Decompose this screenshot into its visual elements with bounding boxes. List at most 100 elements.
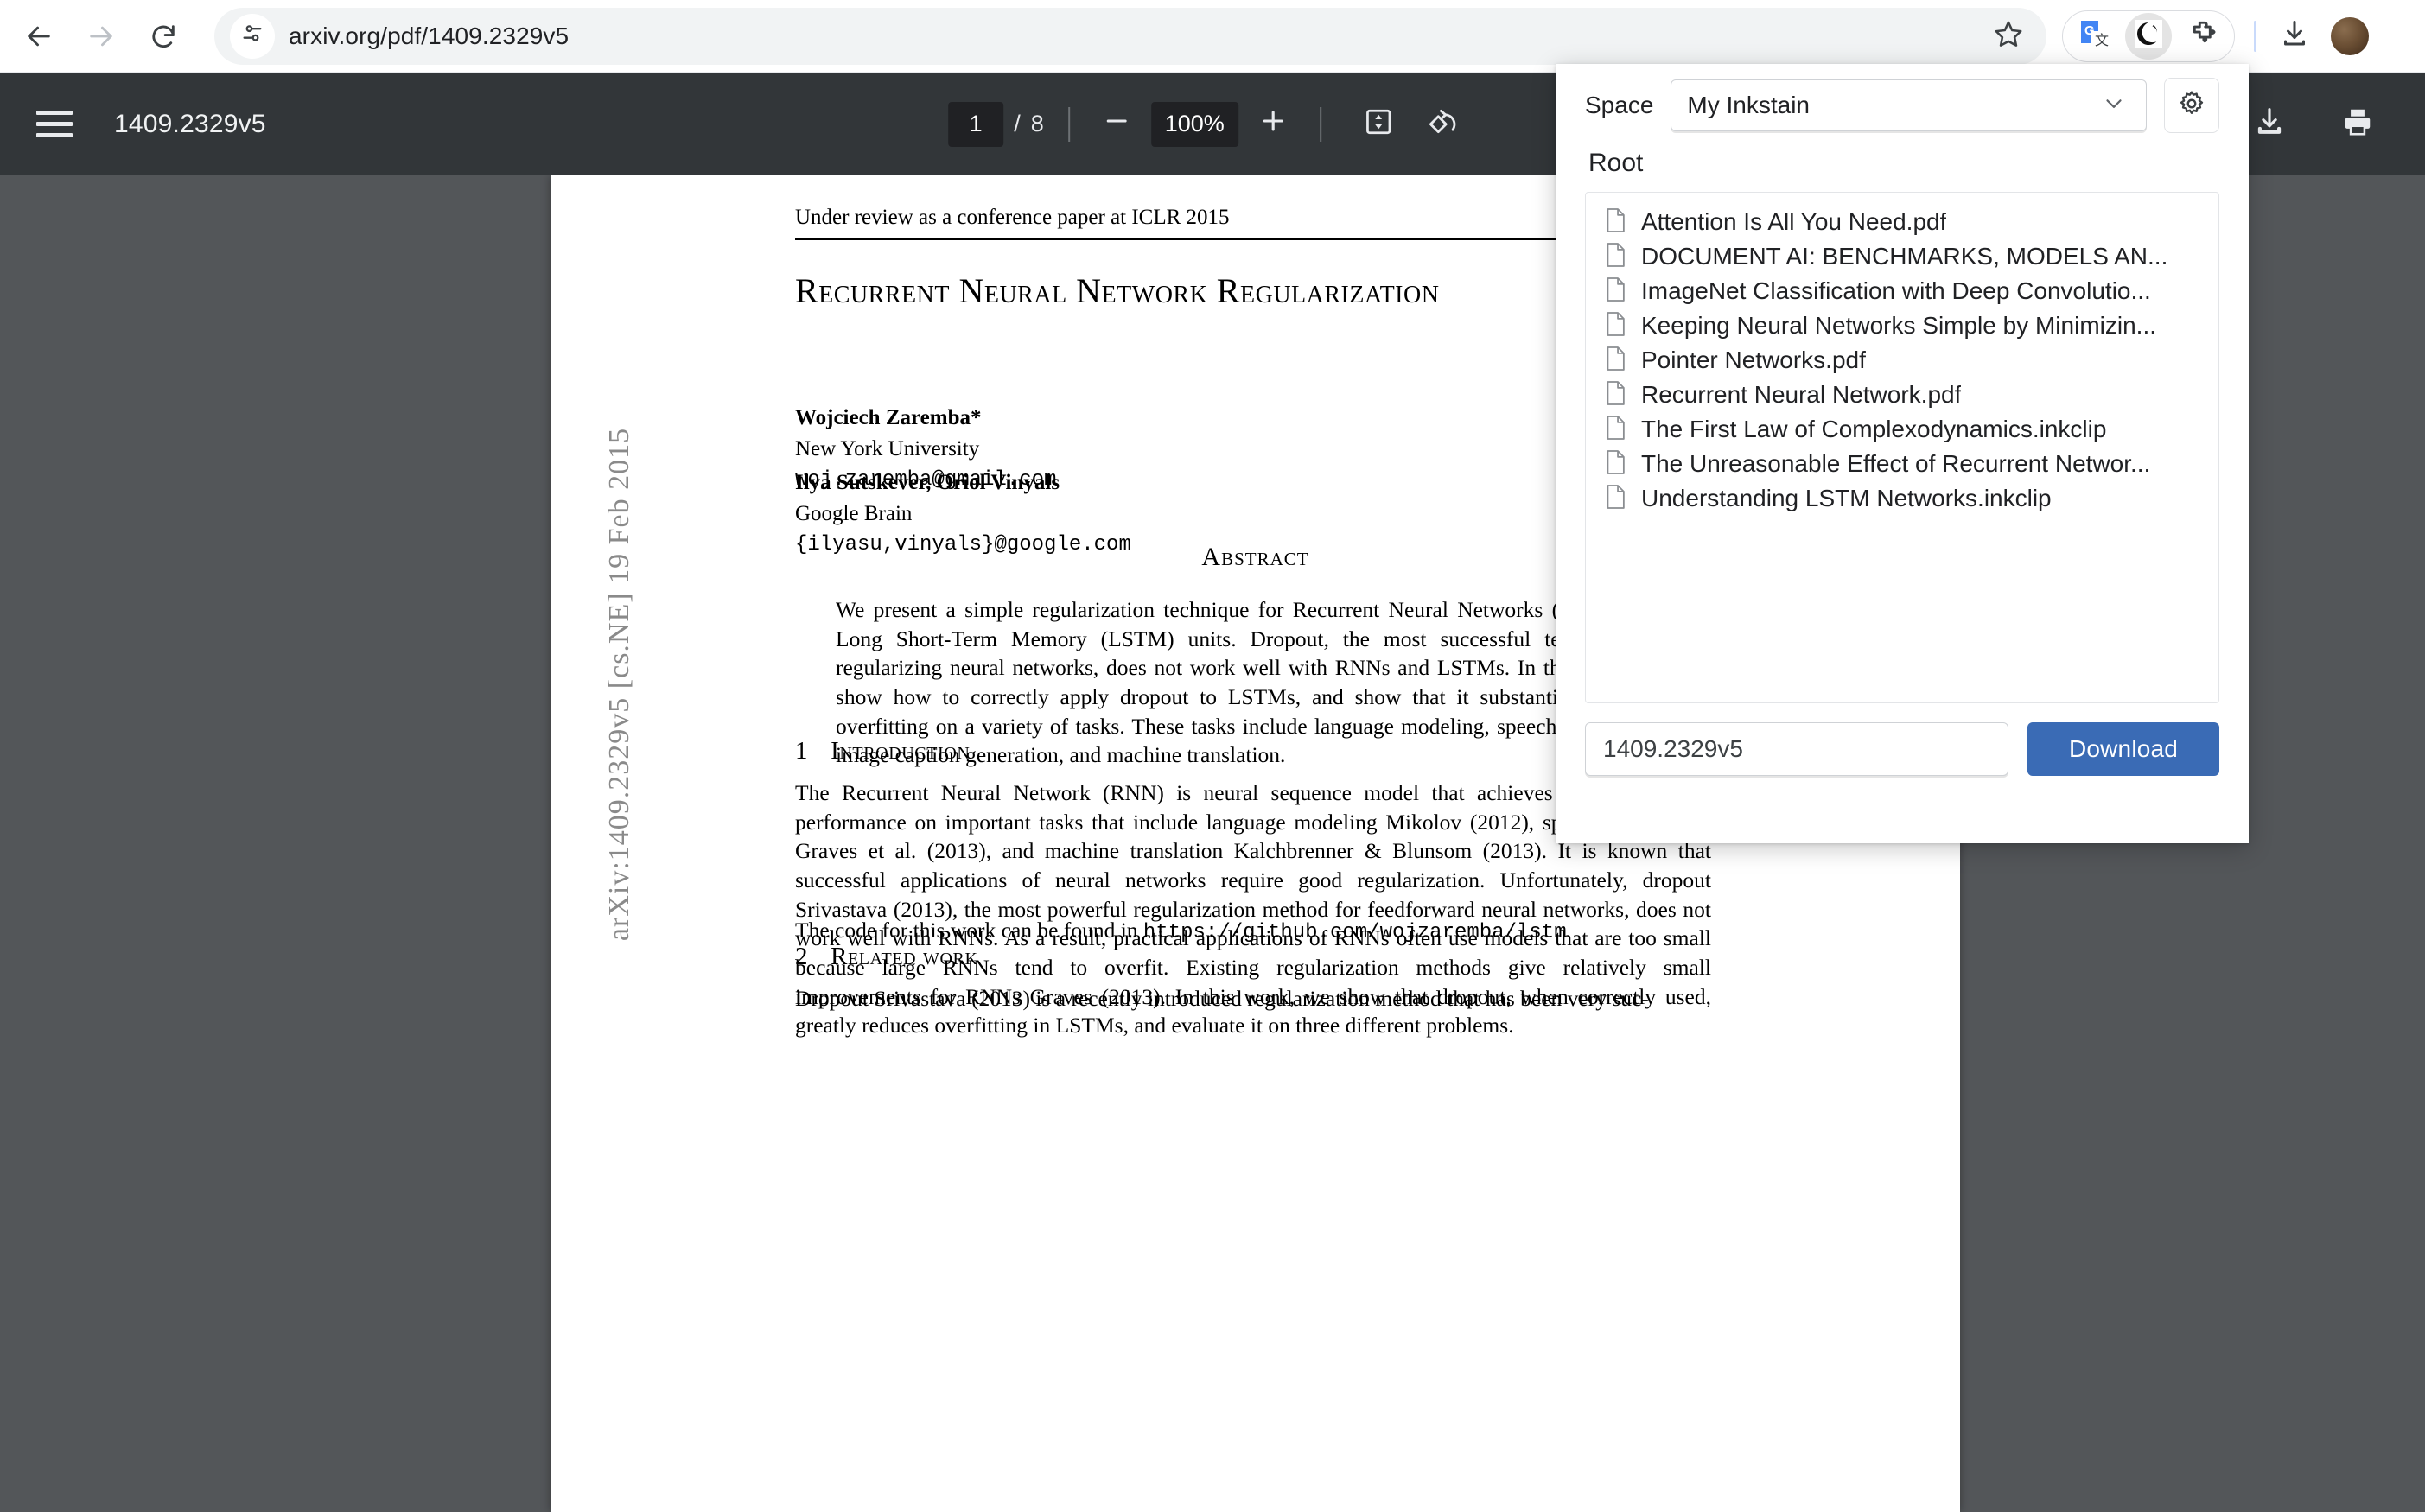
save-download-icon [2253, 105, 2286, 143]
zoom-out-icon [1102, 106, 1131, 142]
print-icon [2341, 105, 2374, 143]
file-name: The First Law of Complexodynamics.inkcli… [1641, 416, 2107, 442]
list-item[interactable]: Understanding LSTM Networks.inkclip [1586, 481, 2218, 516]
document-file-icon [1605, 207, 1627, 238]
settings-button[interactable] [2164, 78, 2219, 133]
section-title: Introduction [831, 737, 971, 765]
file-name: Keeping Neural Networks Simple by Minimi… [1641, 312, 2156, 339]
toolbar-divider [2254, 20, 2256, 52]
downloads-button[interactable] [2270, 12, 2319, 60]
page-number-input[interactable]: 1 [948, 101, 1004, 147]
document-file-icon [1605, 449, 1627, 480]
root-label: Root [1588, 149, 1644, 177]
site-settings-icon [240, 22, 264, 50]
code-note-prefix: The code for this work can be found in [795, 918, 1143, 943]
section-body-related-work: Dropout Srivastava (2013) is a recently … [795, 986, 1649, 1011]
file-name: Pointer Networks.pdf [1641, 346, 1866, 373]
download-row: 1409.2329v5 Download [1585, 722, 2219, 776]
list-item[interactable]: Pointer Networks.pdf [1586, 343, 2218, 378]
gear-icon [2177, 89, 2206, 123]
reload-icon [149, 22, 178, 51]
arxiv-id-input[interactable]: 1409.2329v5 [1585, 722, 2008, 776]
pdf-print-button[interactable] [2333, 100, 2382, 149]
pdf-toolbar-center: 1 / 8 100% [948, 73, 1477, 175]
list-item[interactable]: The First Law of Complexodynamics.inkcli… [1586, 412, 2218, 447]
back-button[interactable] [12, 10, 66, 63]
extensions-puzzle-icon [2186, 18, 2218, 54]
zoom-level-input[interactable]: 100% [1150, 101, 1238, 147]
code-note-url[interactable]: https://github.com/wojzaremba/lstm [1143, 921, 1567, 944]
inkstain-extension-popup: Space My Inkstain Root Attention Is All … [1556, 64, 2249, 843]
pdf-toolbar-right [2237, 73, 2390, 175]
pdf-viewer: arXiv:1409.2329v5 [cs.NE] 19 Feb 2015 Un… [0, 64, 2425, 1512]
bookmark-button[interactable] [1986, 14, 2031, 59]
file-name: Attention Is All You Need.pdf [1641, 208, 1947, 235]
author-affiliation: New York University [795, 437, 980, 461]
zoom-out-button[interactable] [1094, 102, 1139, 147]
document-file-icon [1605, 242, 1627, 272]
downloads-icon [2279, 18, 2310, 54]
pdf-sidebar-toggle[interactable] [36, 111, 73, 137]
extensions-pill: G 文 [2062, 10, 2235, 62]
toolbar-divider [1319, 106, 1321, 142]
rotate-icon [1429, 106, 1460, 142]
file-name: DOCUMENT AI: BENCHMARKS, MODELS AN... [1641, 243, 2168, 270]
back-arrow-icon [24, 22, 54, 51]
space-select-value: My Inkstain [1687, 92, 1811, 118]
toolbar-divider [1067, 106, 1070, 142]
hamburger-menu-icon [36, 111, 73, 115]
space-select[interactable]: My Inkstain [1671, 79, 2147, 131]
document-file-icon [1605, 484, 1627, 514]
author-affiliation: Google Brain [795, 502, 913, 526]
section-heading-related-work: 2 Related work [795, 943, 978, 971]
file-name: ImageNet Classification with Deep Convol… [1641, 277, 2151, 304]
rotate-button[interactable] [1420, 100, 1468, 149]
inkstain-extension-button[interactable] [2125, 12, 2172, 60]
list-item[interactable]: Keeping Neural Networks Simple by Minimi… [1586, 308, 2218, 343]
list-item[interactable]: Attention Is All You Need.pdf [1586, 205, 2218, 239]
pdf-save-button[interactable] [2245, 100, 2294, 149]
profile-avatar[interactable] [2331, 16, 2369, 55]
chevron-down-icon [2101, 91, 2127, 121]
browser-nav-group [12, 10, 190, 63]
inkstain-extension-icon [2133, 18, 2164, 54]
fit-to-page-button[interactable] [1354, 100, 1403, 149]
zoom-in-button[interactable] [1251, 102, 1295, 147]
pdf-document-title: 1409.2329v5 [114, 109, 266, 138]
download-button[interactable]: Download [2027, 722, 2219, 776]
forward-arrow-icon [86, 22, 116, 51]
list-item[interactable]: ImageNet Classification with Deep Convol… [1586, 274, 2218, 308]
forward-button[interactable] [74, 10, 128, 63]
document-file-icon [1605, 311, 1627, 341]
google-translate-icon: G 文 [2078, 17, 2111, 54]
list-item[interactable]: The Unreasonable Effect of Recurrent Net… [1586, 447, 2218, 481]
file-list[interactable]: Attention Is All You Need.pdf DOCUMENT A… [1585, 192, 2219, 703]
document-file-icon [1605, 380, 1627, 410]
zoom-in-icon [1258, 106, 1288, 142]
google-translate-extension-button[interactable]: G 文 [2072, 13, 2118, 60]
list-item[interactable]: Recurrent Neural Network.pdf [1586, 378, 2218, 412]
author-name: Wojciech Zaremba* [795, 406, 982, 429]
url-text[interactable]: arxiv.org/pdf/1409.2329v5 [289, 22, 569, 50]
paper-title: Recurrent Neural Network Regularization [795, 271, 1440, 310]
arxiv-stamp: arXiv:1409.2329v5 [cs.NE] 19 Feb 2015 [603, 427, 635, 942]
site-settings-button[interactable] [230, 13, 275, 59]
list-item[interactable]: DOCUMENT AI: BENCHMARKS, MODELS AN... [1586, 239, 2218, 274]
file-name: Understanding LSTM Networks.inkclip [1641, 485, 2052, 511]
author-name: Ilya Sutskever, Oriol Vinyals [795, 471, 1060, 494]
address-bar[interactable]: arxiv.org/pdf/1409.2329v5 [214, 7, 2046, 65]
section-title: Related work [831, 943, 978, 970]
space-label: Space [1585, 92, 1654, 118]
document-file-icon [1605, 415, 1627, 445]
reload-button[interactable] [137, 10, 190, 63]
browser-toolbar: arxiv.org/pdf/1409.2329v5 G 文 [0, 0, 2425, 73]
file-name: The Unreasonable Effect of Recurrent Net… [1641, 450, 2151, 477]
space-selector-row: Space My Inkstain [1585, 64, 2219, 147]
section-heading-introduction: 1 Introduction [795, 737, 970, 766]
fit-to-page-icon [1363, 106, 1394, 142]
page-separator: / [1014, 111, 1021, 137]
section-number: 2 [795, 943, 809, 970]
section-number: 1 [795, 737, 809, 765]
document-file-icon [1605, 276, 1627, 307]
extensions-menu-button[interactable] [2179, 13, 2225, 60]
